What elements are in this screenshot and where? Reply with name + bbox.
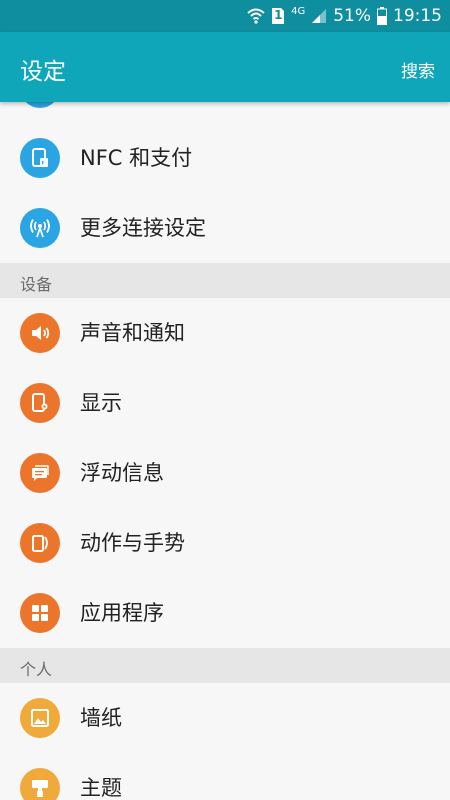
display-icon [20, 383, 60, 423]
section-title: 个人 [20, 660, 53, 679]
settings-item-label: NFC 和支付 [80, 146, 193, 170]
settings-item-label: 主题 [80, 776, 122, 800]
settings-item-nfc[interactable]: NFC 和支付 [0, 123, 450, 193]
partial-item-icon [20, 102, 60, 108]
sim-icon: 1 [271, 7, 285, 25]
settings-item-themes[interactable]: 主题 [0, 753, 450, 800]
speaker-icon [20, 313, 60, 353]
status-bar: 1 4G 51% 19:15 [0, 0, 450, 32]
app-bar: 设定 搜索 [0, 32, 450, 102]
settings-item-label: 应用程序 [80, 601, 164, 625]
signal-icon [311, 8, 327, 24]
apps-icon [20, 593, 60, 633]
wifi-icon [247, 7, 265, 25]
settings-item-wallpaper[interactable]: 墙纸 [0, 683, 450, 753]
message-icon [20, 453, 60, 493]
wallpaper-icon [20, 698, 60, 738]
settings-item-sound[interactable]: 声音和通知 [0, 298, 450, 368]
section-header-personal: 个人 [0, 648, 450, 683]
settings-item-label: 浮动信息 [80, 461, 164, 485]
settings-item-label: 声音和通知 [80, 321, 185, 345]
settings-item-motions[interactable]: 动作与手势 [0, 508, 450, 578]
settings-item-display[interactable]: 显示 [0, 368, 450, 438]
section-title: 设备 [20, 275, 53, 294]
settings-item-applications[interactable]: 应用程序 [0, 578, 450, 648]
settings-item-more-connection[interactable]: 更多连接设定 [0, 193, 450, 263]
battery-percent: 51% [333, 6, 371, 26]
sim-label: 1 [274, 8, 283, 22]
clock: 19:15 [393, 6, 442, 26]
settings-item-floating-messages[interactable]: 浮动信息 [0, 438, 450, 508]
antenna-icon [20, 208, 60, 248]
network-type-label: 4G [291, 6, 306, 17]
settings-item-label: 动作与手势 [80, 531, 185, 555]
page-title: 设定 [20, 59, 66, 85]
settings-list: NFC 和支付 更多连接设定 设备 声音和通知 显示 浮动信息 动作与手势 应用… [0, 102, 450, 800]
battery-icon [377, 7, 387, 25]
gesture-icon [20, 523, 60, 563]
nfc-icon [20, 138, 60, 178]
settings-item-label: 墙纸 [80, 706, 122, 730]
theme-icon [20, 768, 60, 800]
settings-item-label: 显示 [80, 391, 122, 415]
settings-item-label: 更多连接设定 [80, 216, 206, 240]
section-header-device: 设备 [0, 263, 450, 298]
search-button[interactable]: 搜索 [401, 57, 435, 82]
